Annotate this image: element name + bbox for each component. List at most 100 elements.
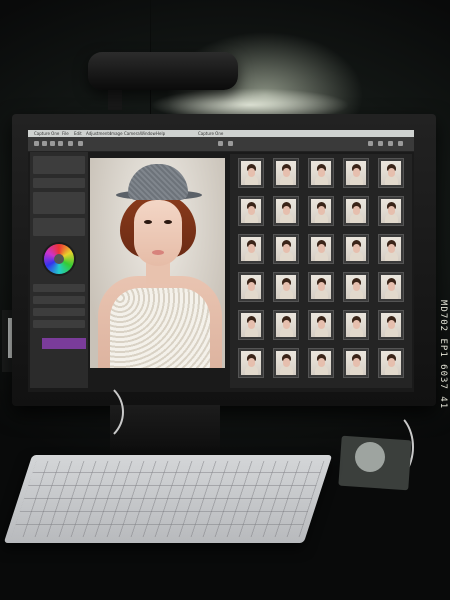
tool-icon [68,141,73,146]
thumbnail-image [381,199,401,223]
thumbnail[interactable] [273,158,299,188]
tool-icon [50,141,55,146]
tool-panel [30,152,88,388]
thumbnail-image [381,275,401,299]
thumbnail-image [311,351,331,375]
thumbnail[interactable] [378,272,404,302]
thumbnail[interactable] [308,234,334,264]
portrait-lace-top [110,288,210,368]
thumbnail[interactable] [378,348,404,378]
thumbnail[interactable] [308,196,334,226]
thumbnail[interactable] [378,310,404,340]
menu-item: Window [140,131,156,136]
menu-item: Image [110,131,123,136]
thumbnail-image [311,161,331,185]
thumbnail[interactable] [238,158,264,188]
thumbnail[interactable] [343,196,369,226]
thumbnail-image [381,351,401,375]
menu-item: Help [156,131,166,136]
panel-row [33,296,85,304]
thumbnail[interactable] [238,234,264,264]
photo-scene: Capture One File Edit Adjustments Image … [0,0,450,600]
thumbnail-image [241,199,261,223]
thumbnail[interactable] [273,348,299,378]
tool-icon [34,141,39,146]
portrait-eye [164,220,172,224]
thumbnail[interactable] [238,348,264,378]
lamp-arm [108,88,122,110]
panel-row [33,178,85,188]
thumbnail-image [311,237,331,261]
thumbnail[interactable] [238,310,264,340]
thumbnail[interactable] [343,234,369,264]
thumbnail-image [381,161,401,185]
tool-icon [398,141,403,146]
thumbnail[interactable] [273,234,299,264]
thumbnail-image [241,275,261,299]
thumbnail-image [276,199,296,223]
thumbnail[interactable] [273,196,299,226]
menu-item: File [62,131,69,136]
thumbnail[interactable] [308,348,334,378]
monitor-lamp [88,52,238,90]
menu-item: Adjustments [86,131,112,136]
thumbnail-image [346,237,366,261]
thumbnail[interactable] [273,310,299,340]
hard-drive-platter [355,442,385,472]
thumbnail-image [346,199,366,223]
tool-icon [218,141,223,146]
monitor-stand [110,405,220,450]
panel-row [33,192,85,214]
panel-row [33,320,85,328]
thumbnail-image [276,313,296,337]
thumbnail-image [346,275,366,299]
thumbnail-image [311,199,331,223]
thumbnail-image [241,351,261,375]
tool-icon [78,141,83,146]
thumbnail[interactable] [308,272,334,302]
thumbnail[interactable] [343,348,369,378]
menu-bar: Capture One File Edit Adjustments Image … [28,130,414,137]
thumbnail-image [346,313,366,337]
color-swatch-bar [42,338,86,349]
window-title: Capture One [198,131,224,136]
thumbnail-image [276,351,296,375]
portrait-eye [144,220,152,224]
histogram-block [33,156,85,174]
thumbnail[interactable] [273,272,299,302]
thumbnail[interactable] [238,196,264,226]
thumbnail[interactable] [308,158,334,188]
thumbnail[interactable] [378,196,404,226]
panel-row [33,218,85,236]
thumbnail-image [381,313,401,337]
thumbnail-image [381,237,401,261]
thumbnail[interactable] [308,310,334,340]
menu-item: Edit [74,131,82,136]
color-wheel [44,244,74,274]
film-edge-text: MD702 EP1 6037 41 [438,300,448,410]
main-viewer-photo [90,158,225,368]
menu-item: Capture One [34,131,60,136]
tool-icon [368,141,373,146]
keyboard [3,455,333,543]
thumbnail[interactable] [378,234,404,264]
tool-icon [58,141,63,146]
thumbnail-image [241,313,261,337]
monitor-screen: Capture One File Edit Adjustments Image … [28,130,414,392]
thumbnail[interactable] [343,272,369,302]
thumbnail-grid [230,154,412,388]
thumbnail-image [241,161,261,185]
thumbnail[interactable] [378,158,404,188]
thumbnail-image [276,275,296,299]
thumbnail-image [346,161,366,185]
menu-item: Camera [124,131,140,136]
thumbnail[interactable] [238,272,264,302]
panel-row [33,308,85,316]
portrait-face [134,200,182,266]
thumbnail-image [276,237,296,261]
thumbnail-image [276,161,296,185]
thumbnail[interactable] [343,158,369,188]
thumbnail[interactable] [343,310,369,340]
keyboard-keys [11,461,325,537]
tool-icon [42,141,47,146]
